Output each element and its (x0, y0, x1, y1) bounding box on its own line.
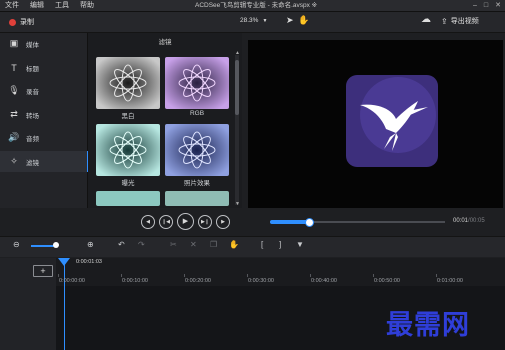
timeline-toolbar (0, 236, 505, 257)
filter-thumb-partial[interactable] (165, 191, 229, 206)
microphone-icon: 🎙 (8, 85, 20, 95)
filter-label: 照片效果 (184, 180, 210, 187)
filter-label: RGB (189, 110, 205, 117)
sidebar-item-filters[interactable]: ✧ 滤镜 (0, 151, 89, 172)
mark-in-icon[interactable]: [ (261, 240, 263, 249)
ruler-tick-label: 0:00:50:00 (374, 278, 400, 284)
filter-label: 黑白 (121, 113, 135, 120)
sidebar-item-label: 音频 (26, 135, 39, 143)
cloud-icon[interactable]: ☁ (421, 14, 431, 25)
playhead-time: 0:00:01:03 (76, 259, 102, 265)
step-forward-icon[interactable]: ▶❙ (198, 215, 212, 229)
sidebar-item-label: 标题 (26, 65, 39, 73)
sidebar: ▣ 媒体 T 标题 🎙 录音 ⇄ 转场 🔊 音频 ✧ 滤镜 (0, 33, 89, 208)
delete-icon[interactable]: ✕ (190, 240, 197, 249)
progress-handle[interactable] (304, 218, 314, 227)
filter-thumb-partial[interactable] (96, 191, 160, 206)
export-label: 导出视频 (450, 18, 479, 25)
ruler-tick-label: 0:00:40:00 (311, 278, 337, 284)
progress-fill (270, 220, 309, 224)
panel-title: 滤镜 (158, 39, 172, 46)
menu-edit[interactable]: 编辑 (30, 0, 44, 11)
zoom-in-icon[interactable]: ⊕ (87, 240, 94, 249)
filter-label: 曝光 (121, 180, 135, 187)
add-track-button[interactable]: + (33, 265, 53, 277)
playhead-handle[interactable] (58, 258, 70, 266)
split-icon[interactable]: ✂ (170, 240, 177, 249)
timecode: 00:01/00:05 (453, 218, 485, 224)
ruler-tick (121, 274, 122, 277)
zoom-select[interactable]: 28.3% ▼ (240, 17, 267, 24)
play-icon[interactable]: ▶ (177, 213, 194, 230)
magic-wand-icon: ✧ (10, 156, 18, 166)
pointer-icon[interactable]: ➤ (286, 15, 294, 26)
zoom-out-icon[interactable]: ⊖ (13, 240, 20, 249)
maximize-icon[interactable]: □ (484, 2, 488, 9)
ruler-tick (184, 274, 185, 277)
ruler-tick-label: 0:00:20:00 (185, 278, 211, 284)
transition-icon: ⇄ (10, 109, 18, 119)
copy-icon[interactable]: ❐ (210, 240, 217, 249)
sidebar-item-record-audio[interactable]: 🎙 录音 (0, 80, 87, 101)
window-controls: – □ ✕ (466, 0, 501, 11)
redo-icon[interactable]: ↷ (138, 240, 145, 249)
previous-frame-icon[interactable]: ◀ (141, 215, 155, 229)
export-icon: ⇪ (441, 16, 448, 26)
step-back-icon[interactable]: ❙◀ (159, 215, 173, 229)
current-time: 00:01 (453, 218, 469, 224)
next-frame-icon[interactable]: ▶ (216, 215, 230, 229)
sidebar-item-label: 滤镜 (26, 159, 39, 167)
scroll-down-icon[interactable]: ▼ (235, 201, 240, 207)
scroll-up-icon[interactable]: ▲ (235, 50, 240, 56)
sidebar-item-media[interactable]: ▣ 媒体 (0, 33, 87, 54)
ruler-tick-label: 0:01:00:00 (437, 278, 463, 284)
sidebar-item-label: 录音 (26, 88, 39, 96)
media-icon: ▣ (9, 38, 19, 48)
ruler-tick-label: 0:00:00:00 (59, 278, 85, 284)
ruler-tick-label: 0:00:30:00 (248, 278, 274, 284)
record-label: 录制 (20, 19, 34, 26)
undo-icon[interactable]: ↶ (118, 240, 125, 249)
filter-thumb-photo-effect[interactable] (165, 124, 229, 176)
app-logo (346, 75, 438, 167)
window-title: ACDSee飞鸟剪辑专业版 - 未命名.avspx ※ (195, 2, 318, 9)
minimize-icon[interactable]: – (473, 2, 477, 9)
sidebar-item-label: 媒体 (26, 41, 39, 49)
chevron-down-icon: ▼ (262, 18, 268, 24)
sidebar-item-audio[interactable]: 🔊 音频 (0, 127, 87, 148)
ruler-tick (436, 274, 437, 277)
watermark: 最需网 (386, 310, 470, 341)
menu-bar: 文件 编辑 工具 帮助 (5, 0, 105, 11)
filter-thumb-bw[interactable] (96, 57, 160, 109)
sidebar-item-title[interactable]: T 标题 (0, 57, 87, 78)
record-icon (9, 18, 16, 26)
audio-icon: 🔊 (8, 132, 20, 142)
sidebar-item-transition[interactable]: ⇄ 转场 (0, 104, 87, 125)
filter-thumb-exposure[interactable] (96, 124, 160, 176)
menu-tools[interactable]: 工具 (55, 0, 69, 11)
scrollbar-thumb[interactable] (235, 60, 239, 115)
sidebar-item-label: 转场 (26, 112, 39, 120)
ruler-tick (373, 274, 374, 277)
ruler-tick-label: 0:00:10:00 (122, 278, 148, 284)
total-time: 00:05 (469, 218, 485, 224)
mark-out-icon[interactable]: ] (279, 240, 281, 249)
export-video-button[interactable]: ⇪ 导出视频 (441, 16, 479, 26)
record-button[interactable]: 录制 (9, 17, 34, 27)
zoom-slider-handle[interactable] (53, 242, 59, 248)
hand-icon[interactable]: ✋ (298, 15, 309, 26)
menu-help[interactable]: 帮助 (80, 0, 94, 11)
playhead[interactable] (64, 262, 65, 350)
ruler-tick (247, 274, 248, 277)
close-icon[interactable]: ✕ (495, 2, 501, 9)
filter-thumb-rgb[interactable] (165, 57, 229, 109)
zoom-value: 28.3% (240, 17, 259, 24)
menu-file[interactable]: 文件 (5, 0, 19, 11)
marker-icon[interactable]: ▼ (296, 240, 304, 249)
ruler-tick (58, 274, 59, 277)
title-icon: T (11, 62, 17, 73)
paste-icon[interactable]: ✋ (229, 240, 239, 249)
ruler-tick (310, 274, 311, 277)
